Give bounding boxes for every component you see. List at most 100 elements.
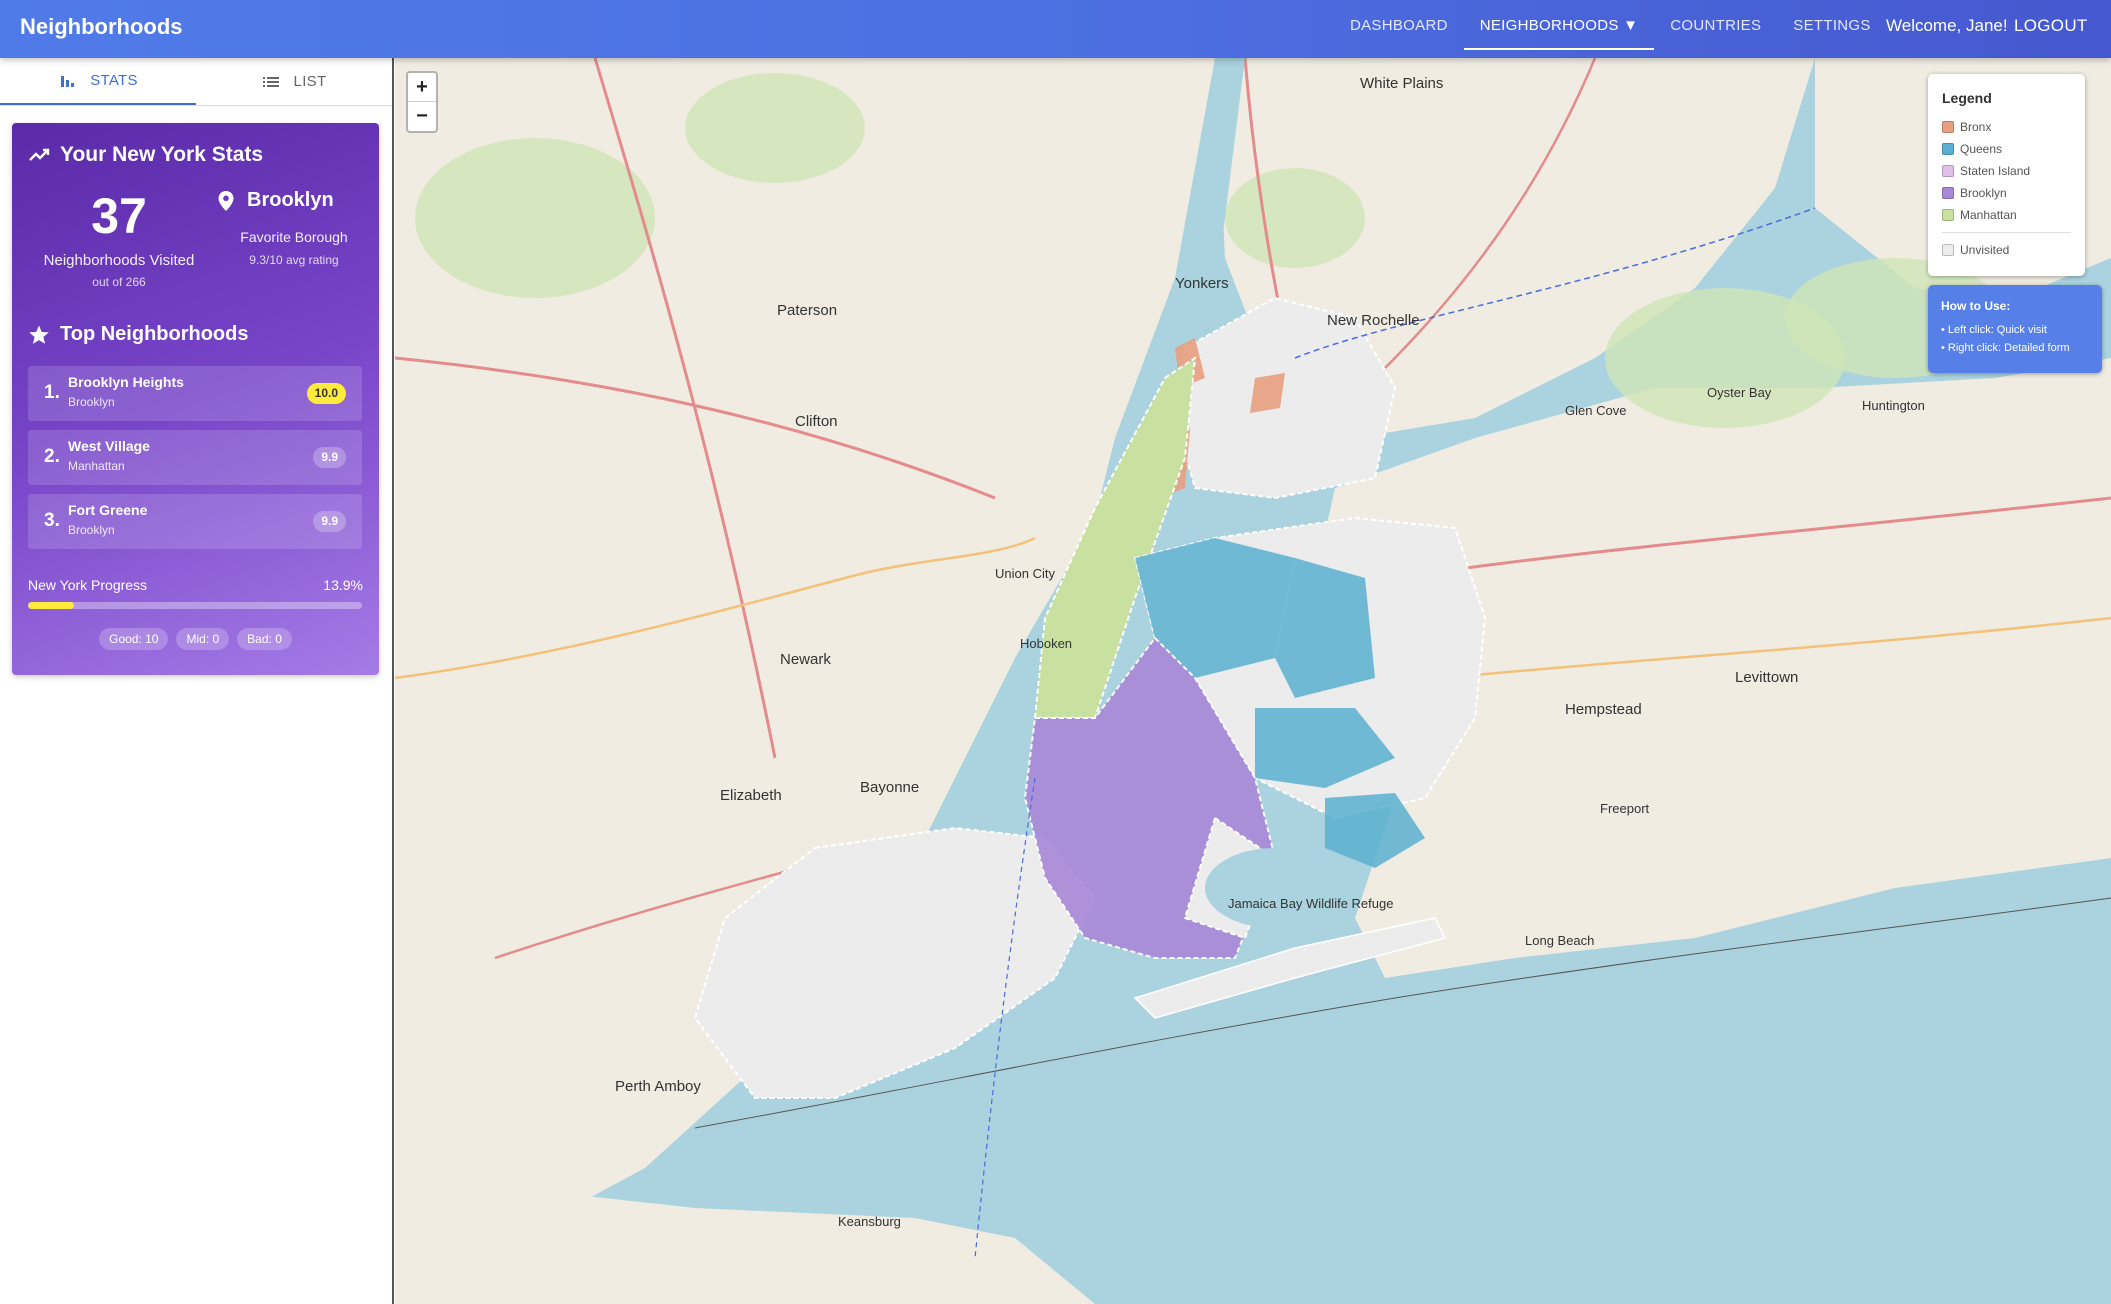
map-label: Bayonne: [860, 779, 919, 796]
rank-name: Brooklyn Heights: [68, 374, 184, 390]
park-area: [415, 138, 655, 298]
rank-number: 2.: [44, 446, 60, 467]
legend-item-staten-island: Staten Island: [1942, 160, 2071, 182]
zoom-control: + −: [406, 71, 438, 133]
logout-button[interactable]: LOGOUT: [2014, 16, 2088, 36]
top-neighborhood-item[interactable]: 1. Brooklyn Heights Brooklyn 10.0: [28, 366, 362, 421]
chip-mid: Mid: 0: [176, 628, 230, 650]
brand-logo[interactable]: Neighborhoods: [20, 14, 183, 40]
map-label: Freeport: [1600, 801, 1650, 816]
rank-score-badge: 9.9: [313, 511, 346, 532]
map-label: White Plains: [1360, 75, 1443, 92]
zoom-out-button[interactable]: −: [408, 102, 436, 131]
legend-label: Unvisited: [1960, 243, 2010, 257]
trending-up-icon: [29, 148, 50, 161]
list-icon: [262, 76, 279, 87]
legend-item-manhattan: Manhattan: [1942, 204, 2071, 226]
nav-countries[interactable]: COUNTRIES: [1654, 0, 1777, 50]
nav-settings[interactable]: SETTINGS: [1777, 0, 1886, 50]
map-label: Clifton: [795, 413, 838, 430]
how-to-use-line: • Right click: Detailed form: [1941, 342, 2070, 354]
tab-stats[interactable]: STATS: [0, 58, 196, 105]
visited-label: Neighborhoods Visited: [43, 252, 195, 269]
map-label: Long Beach: [1525, 933, 1594, 948]
map-legend: Legend Bronx Queens Staten Island Brookl…: [1928, 74, 2085, 276]
rating-chips: Good: 10 Mid: 0 Bad: 0: [12, 628, 379, 650]
rank-name: West Village: [68, 438, 150, 454]
top-neighborhood-item[interactable]: 3. Fort Greene Brooklyn 9.9: [28, 494, 362, 549]
sidebar: STATS LIST Your New York Stats 37 Neighb…: [0, 58, 394, 1304]
map-label: Perth Amboy: [615, 1078, 701, 1095]
progress-percent: 13.9%: [323, 577, 363, 593]
rank-borough: Brooklyn: [68, 395, 115, 409]
map-label: Oyster Bay: [1707, 385, 1772, 400]
visited-total: out of 266: [92, 275, 146, 289]
rank-borough: Brooklyn: [68, 523, 115, 537]
legend-label: Staten Island: [1960, 164, 2031, 178]
legend-swatch: [1942, 165, 1954, 177]
main-nav: DASHBOARD NEIGHBORHOODS ▼ COUNTRIES SETT…: [1334, 0, 1887, 58]
map-label: New Rochelle: [1327, 312, 1420, 329]
nav-dashboard[interactable]: DASHBOARD: [1334, 0, 1464, 50]
map-label: Glen Cove: [1565, 403, 1626, 418]
park-area: [685, 73, 865, 183]
top-neighborhoods-title: Top Neighborhoods: [28, 323, 249, 346]
stats-title: Your New York Stats: [28, 143, 263, 167]
top-neighborhood-item[interactable]: 2. West Village Manhattan 9.9: [28, 430, 362, 485]
jamaica-bay: [1205, 848, 1345, 928]
stats-title-text: Your New York Stats: [60, 143, 264, 166]
map-label: Hempstead: [1565, 701, 1642, 718]
map-label: Huntington: [1862, 398, 1925, 413]
map-label: Hoboken: [1020, 636, 1072, 651]
rank-score-badge: 10.0: [306, 383, 346, 404]
sidebar-tabs: STATS LIST: [0, 58, 392, 106]
map-label: Levittown: [1735, 669, 1798, 686]
how-to-use-title: How to Use:: [1941, 299, 2011, 313]
how-to-use-line: • Left click: Quick visit: [1941, 324, 2047, 336]
legend-title: Legend: [1942, 90, 1992, 106]
progress-label: New York Progress: [28, 577, 148, 593]
legend-label: Bronx: [1960, 120, 1992, 134]
favorite-borough: Brooklyn: [217, 189, 377, 212]
rank-borough: Manhattan: [68, 459, 125, 473]
legend-swatch: [1942, 187, 1954, 199]
map-label: Keansburg: [838, 1214, 901, 1229]
park-area: [1225, 168, 1365, 268]
legend-item-queens: Queens: [1942, 138, 2071, 160]
progress-bar: [28, 602, 362, 609]
star-icon: [29, 325, 49, 344]
map-label: Paterson: [777, 302, 837, 319]
tab-list[interactable]: LIST: [196, 58, 392, 105]
rank-number: 3.: [44, 510, 60, 531]
bar-chart-icon: [61, 75, 75, 87]
legend-divider: [1942, 232, 2071, 233]
favorite-borough-label: Favorite Borough: [240, 229, 348, 245]
legend-swatch: [1942, 209, 1954, 221]
legend-swatch: [1942, 121, 1954, 133]
welcome-text: Welcome, Jane!: [1886, 16, 2008, 35]
map-label: Newark: [780, 651, 831, 668]
favorite-borough-name: Brooklyn: [247, 189, 334, 211]
top-neighborhoods-title-text: Top Neighborhoods: [60, 323, 249, 345]
progress-bar-fill: [28, 602, 75, 609]
chip-bad: Bad: 0: [237, 628, 292, 650]
rank-name: Fort Greene: [68, 502, 148, 518]
nav-neighborhoods[interactable]: NEIGHBORHOODS ▼: [1463, 0, 1655, 50]
map-tiles: White Plains Yonkers New Rochelle Paters…: [395, 58, 2111, 1304]
map-label: Union City: [995, 566, 1055, 581]
stats-card: Your New York Stats 37 Neighborhoods Vis…: [12, 123, 379, 675]
legend-label: Brooklyn: [1960, 186, 2007, 200]
legend-label: Queens: [1960, 142, 2003, 156]
favorite-borough-rating: 9.3/10 avg rating: [249, 253, 339, 267]
legend-item-unvisited: Unvisited: [1942, 239, 2071, 261]
map-canvas[interactable]: White Plains Yonkers New Rochelle Paters…: [395, 58, 2111, 1304]
tab-stats-label: STATS: [90, 72, 138, 89]
legend-label: Manhattan: [1960, 208, 2017, 222]
location-pin-icon: [218, 190, 234, 211]
tab-list-label: LIST: [293, 73, 327, 90]
legend-item-brooklyn: Brooklyn: [1942, 182, 2071, 204]
legend-item-bronx: Bronx: [1942, 116, 2071, 138]
zoom-in-button[interactable]: +: [408, 73, 436, 102]
rank-score-badge: 9.9: [313, 447, 346, 468]
top-navbar: Neighborhoods DASHBOARD NEIGHBORHOODS ▼ …: [0, 0, 2111, 58]
